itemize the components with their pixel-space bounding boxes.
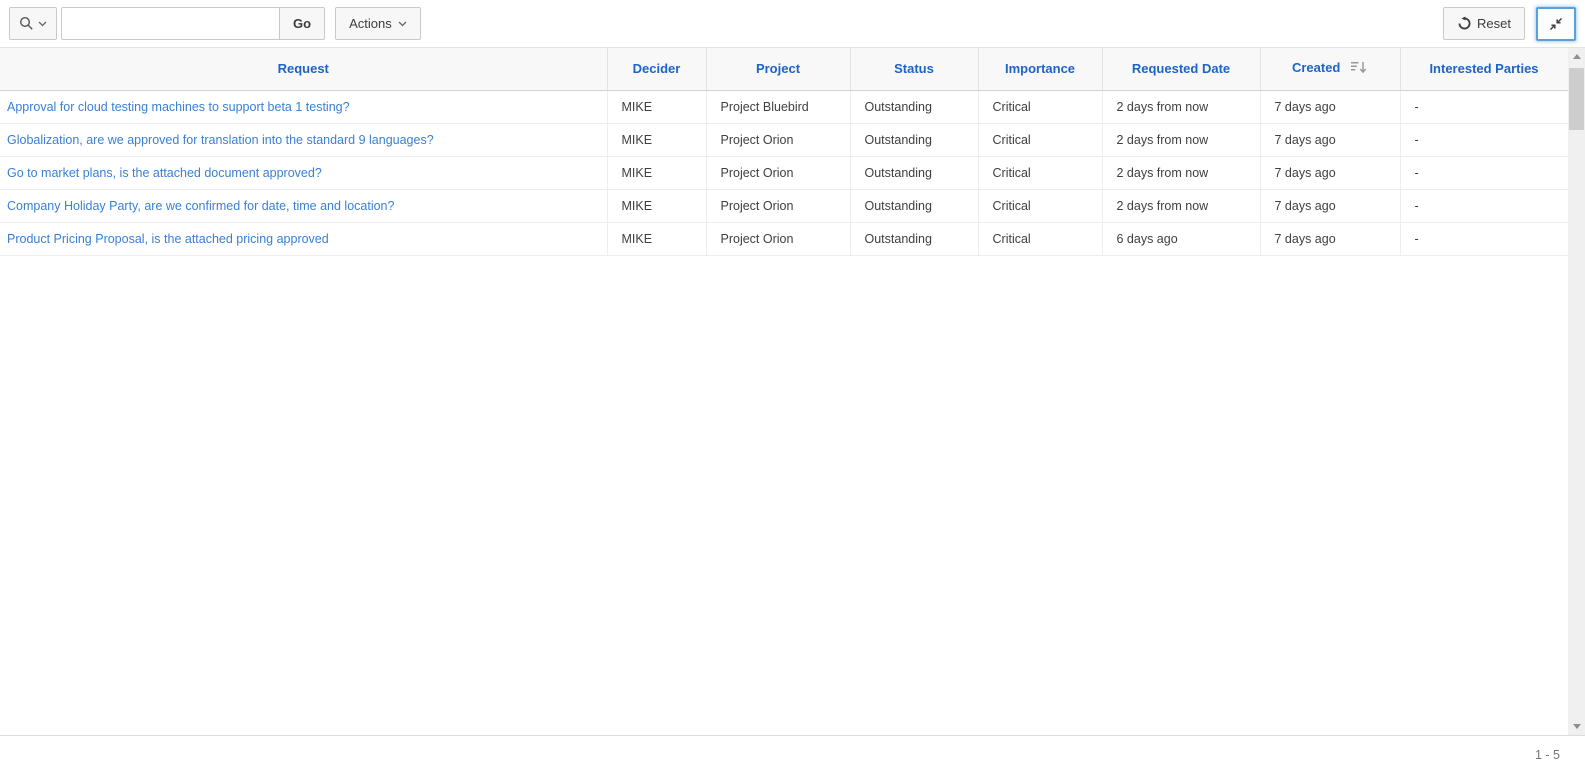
reset-button[interactable]: Reset (1443, 7, 1525, 40)
scrollbar-thumb[interactable] (1569, 68, 1584, 130)
column-header-label: Decider (633, 61, 681, 76)
column-header-created[interactable]: Created (1260, 48, 1400, 90)
cell-requested-date: 2 days from now (1102, 156, 1260, 189)
table-row: Approval for cloud testing machines to s… (0, 90, 1568, 123)
request-link[interactable]: Go to market plans, is the attached docu… (7, 166, 322, 180)
cell-importance: Critical (978, 189, 1102, 222)
cell-request: Go to market plans, is the attached docu… (0, 156, 607, 189)
actions-button-label: Actions (349, 16, 392, 31)
cell-requested-date: 2 days from now (1102, 189, 1260, 222)
cell-interested-parties: - (1400, 222, 1568, 255)
column-header-label: Created (1292, 60, 1340, 75)
cell-interested-parties: - (1400, 189, 1568, 222)
cell-project: Project Orion (706, 222, 850, 255)
cell-status: Outstanding (850, 222, 978, 255)
cell-decider: MIKE (607, 189, 706, 222)
triangle-down-icon (1573, 724, 1581, 729)
vertical-scrollbar[interactable] (1568, 48, 1585, 735)
cell-created: 7 days ago (1260, 156, 1400, 189)
cell-request: Globalization, are we approved for trans… (0, 123, 607, 156)
request-link[interactable]: Company Holiday Party, are we confirmed … (7, 199, 394, 213)
pagination-range: 1 - 5 (1535, 748, 1560, 762)
cell-requested-date: 6 days ago (1102, 222, 1260, 255)
cell-project: Project Orion (706, 156, 850, 189)
column-header-importance[interactable]: Importance (978, 48, 1102, 90)
cell-project: Project Orion (706, 123, 850, 156)
scroll-down-button[interactable] (1568, 718, 1585, 735)
request-link[interactable]: Globalization, are we approved for trans… (7, 133, 434, 147)
cell-interested-parties: - (1400, 156, 1568, 189)
cell-requested-date: 2 days from now (1102, 123, 1260, 156)
column-header-interested-parties[interactable]: Interested Parties (1400, 48, 1568, 90)
cell-status: Outstanding (850, 156, 978, 189)
report-footer: 1 - 5 (0, 736, 1585, 773)
search-icon (19, 16, 34, 31)
cell-importance: Critical (978, 222, 1102, 255)
cell-status: Outstanding (850, 123, 978, 156)
cell-created: 7 days ago (1260, 90, 1400, 123)
cell-interested-parties: - (1400, 90, 1568, 123)
report-toolbar: Go Actions Reset (0, 0, 1585, 48)
cell-interested-parties: - (1400, 123, 1568, 156)
cell-request: Approval for cloud testing machines to s… (0, 90, 607, 123)
cell-decider: MIKE (607, 156, 706, 189)
undo-icon (1457, 16, 1472, 31)
search-input[interactable] (61, 7, 280, 40)
cell-created: 7 days ago (1260, 189, 1400, 222)
cell-request: Company Holiday Party, are we confirmed … (0, 189, 607, 222)
column-header-label: Project (756, 61, 800, 76)
collapse-region-button[interactable] (1536, 7, 1576, 41)
table-row: Company Holiday Party, are we confirmed … (0, 189, 1568, 222)
chevron-down-icon (38, 21, 47, 27)
column-header-project[interactable]: Project (706, 48, 850, 90)
actions-button[interactable]: Actions (335, 7, 421, 40)
column-header-request[interactable]: Request (0, 48, 607, 90)
cell-project: Project Orion (706, 189, 850, 222)
requests-table: Request Decider Project Status Importanc… (0, 48, 1569, 256)
cell-importance: Critical (978, 90, 1102, 123)
interactive-report-region: Go Actions Reset (0, 0, 1585, 773)
column-header-label: Requested Date (1132, 61, 1230, 76)
cell-status: Outstanding (850, 90, 978, 123)
triangle-up-icon (1573, 54, 1581, 59)
collapse-inward-icon (1548, 16, 1564, 32)
column-header-label: Request (278, 61, 329, 76)
cell-importance: Critical (978, 123, 1102, 156)
cell-requested-date: 2 days from now (1102, 90, 1260, 123)
column-header-label: Importance (1005, 61, 1075, 76)
report-content: Request Decider Project Status Importanc… (0, 48, 1585, 736)
column-header-decider[interactable]: Decider (607, 48, 706, 90)
column-header-label: Interested Parties (1429, 61, 1538, 76)
sort-descending-icon (1346, 62, 1368, 77)
table-header-row: Request Decider Project Status Importanc… (0, 48, 1568, 90)
cell-importance: Critical (978, 156, 1102, 189)
go-button[interactable]: Go (279, 7, 325, 40)
cell-project: Project Bluebird (706, 90, 850, 123)
table-row: Product Pricing Proposal, is the attache… (0, 222, 1568, 255)
reset-button-label: Reset (1477, 16, 1511, 31)
cell-created: 7 days ago (1260, 222, 1400, 255)
scroll-up-button[interactable] (1568, 48, 1585, 65)
cell-decider: MIKE (607, 90, 706, 123)
cell-decider: MIKE (607, 123, 706, 156)
request-link[interactable]: Product Pricing Proposal, is the attache… (7, 232, 329, 246)
cell-status: Outstanding (850, 189, 978, 222)
table-row: Globalization, are we approved for trans… (0, 123, 1568, 156)
table-row: Go to market plans, is the attached docu… (0, 156, 1568, 189)
column-header-label: Status (894, 61, 934, 76)
search-column-select-button[interactable] (9, 7, 57, 40)
cell-decider: MIKE (607, 222, 706, 255)
column-header-status[interactable]: Status (850, 48, 978, 90)
cell-created: 7 days ago (1260, 123, 1400, 156)
column-header-requested-date[interactable]: Requested Date (1102, 48, 1260, 90)
cell-request: Product Pricing Proposal, is the attache… (0, 222, 607, 255)
chevron-down-icon (398, 21, 407, 27)
request-table-body: Approval for cloud testing machines to s… (0, 90, 1568, 255)
request-link[interactable]: Approval for cloud testing machines to s… (7, 100, 350, 114)
